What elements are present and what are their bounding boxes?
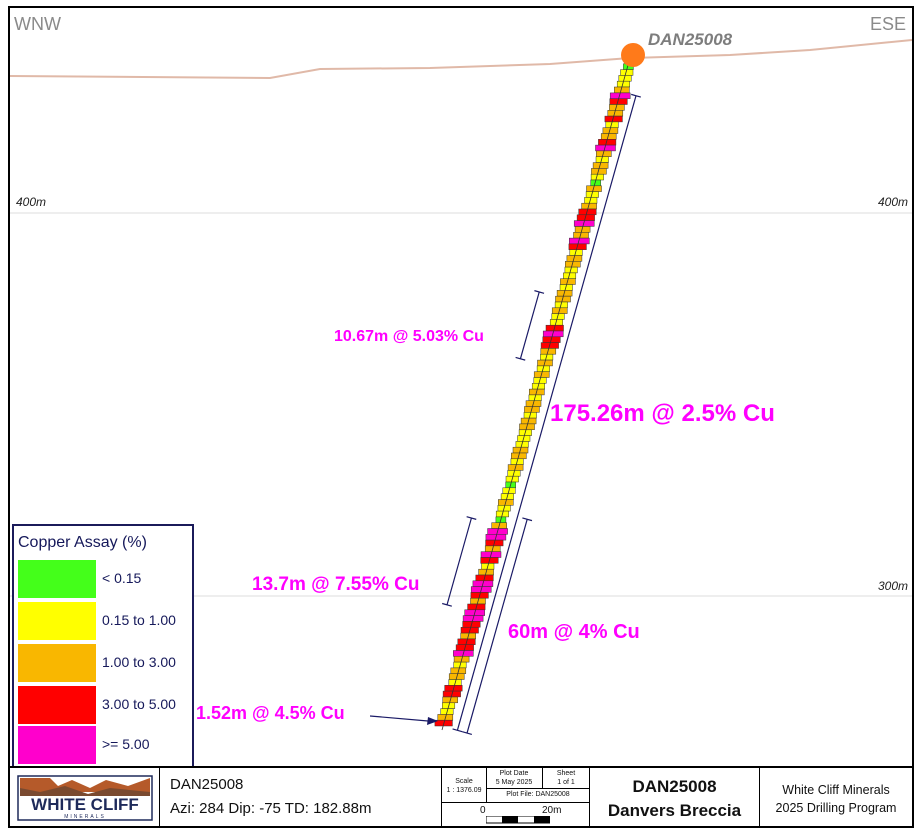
scale-value: 1 : 1376.09 bbox=[446, 787, 482, 794]
topography-line bbox=[10, 39, 912, 80]
plot-date-cell: Plot Date 5 May 2025 bbox=[486, 768, 543, 789]
legend-swatch bbox=[18, 644, 96, 682]
intercept-label-1: 10.67m @ 5.03% Cu bbox=[334, 328, 484, 345]
legend-label: < 0.15 bbox=[102, 570, 142, 586]
legend-swatch bbox=[18, 560, 96, 598]
collar-marker bbox=[621, 43, 645, 67]
logo-graphic: WHITE CLIFF MINERALS bbox=[17, 775, 153, 821]
sheet-cell: Sheet 1 of 1 bbox=[542, 768, 590, 789]
legend-label: 3.00 to 5.00 bbox=[102, 696, 176, 712]
legend-label: >= 5.00 bbox=[102, 736, 150, 752]
legend-swatch bbox=[18, 726, 96, 764]
intercept-label-5: 1.52m @ 4.5% Cu bbox=[196, 703, 345, 723]
legend-item: 1.00 to 3.00 bbox=[18, 644, 190, 682]
legend-item: 0.15 to 1.00 bbox=[18, 602, 190, 640]
program-name: 2025 Drilling Program bbox=[775, 801, 897, 815]
legend-swatch bbox=[18, 686, 96, 724]
logo-text: WHITE CLIFF bbox=[31, 795, 139, 814]
scale-bar bbox=[486, 816, 550, 824]
legend-item: < 0.15 bbox=[18, 560, 190, 598]
plot-file-cell: Plot File: DAN25008 bbox=[486, 788, 590, 802]
legend-item: 3.00 to 5.00 bbox=[18, 686, 190, 724]
sheet-label: Sheet bbox=[556, 770, 576, 777]
hole-info-panel: DAN25008 Azi: 284 Dip: -75 TD: 182.88m bbox=[160, 768, 442, 826]
company-name: White Cliff Minerals bbox=[782, 783, 890, 797]
project-subtitle: Danvers Breccia bbox=[607, 801, 742, 820]
legend-label: 1.00 to 3.00 bbox=[102, 654, 176, 670]
company-logo: WHITE CLIFF MINERALS bbox=[10, 768, 160, 826]
copper-assay-legend: Copper Assay (%) < 0.15 0.15 to 1.00 1.0… bbox=[12, 524, 194, 768]
title-block: WHITE CLIFF MINERALS DAN25008 Azi: 284 D… bbox=[10, 766, 912, 826]
legend-label: 0.15 to 1.00 bbox=[102, 612, 176, 628]
company-panel: White Cliff Minerals 2025 Drilling Progr… bbox=[760, 768, 912, 826]
intercept-label-2: 175.26m @ 2.5% Cu bbox=[550, 400, 775, 427]
bracket-10m bbox=[519, 291, 540, 359]
plot-date-value: 5 May 2025 bbox=[495, 779, 533, 786]
plot-file: Plot File: DAN25008 bbox=[506, 791, 570, 798]
sheet-value: 1 of 1 bbox=[557, 779, 575, 786]
scalebar-start: 0 bbox=[480, 805, 486, 816]
intercept-label-4: 60m @ 4% Cu bbox=[508, 621, 640, 643]
plot-date-label: Plot Date bbox=[499, 770, 529, 777]
hole-info-id: DAN25008 bbox=[170, 776, 244, 793]
scale-panel: Scale 1 : 1376.09 Plot Date 5 May 2025 S… bbox=[442, 768, 590, 826]
scale-cell: Scale 1 : 1376.09 bbox=[442, 768, 487, 802]
hole-info-params: Azi: 284 Dip: -75 TD: 182.88m bbox=[170, 800, 372, 817]
bracket-13m bbox=[446, 517, 473, 606]
hole-id-label: DAN25008 bbox=[648, 30, 733, 49]
direction-west-label: WNW bbox=[14, 14, 61, 34]
scalebar-end: 20m bbox=[542, 805, 562, 816]
elevation-label-400-left: 400m bbox=[16, 195, 47, 209]
scale-divider bbox=[442, 802, 590, 803]
intercept-label-3: 13.7m @ 7.55% Cu bbox=[252, 574, 420, 595]
direction-east-label: ESE bbox=[869, 14, 906, 34]
logo-subtext: MINERALS bbox=[64, 814, 106, 820]
scale-label: Scale bbox=[455, 778, 473, 785]
legend-title: Copper Assay (%) bbox=[18, 534, 147, 551]
section-frame: WNW ESE DAN25008 400m 400m 300m 10.67m @… bbox=[8, 6, 914, 828]
project-name-panel: DAN25008 Danvers Breccia bbox=[590, 768, 760, 826]
project-title: DAN25008 bbox=[632, 777, 717, 796]
elevation-label-400-right: 400m bbox=[877, 195, 908, 209]
legend-item: >= 5.00 bbox=[18, 726, 190, 764]
legend-swatch bbox=[18, 602, 96, 640]
intercept-5-leader bbox=[370, 715, 438, 725]
elevation-label-300-right: 300m bbox=[877, 579, 908, 593]
